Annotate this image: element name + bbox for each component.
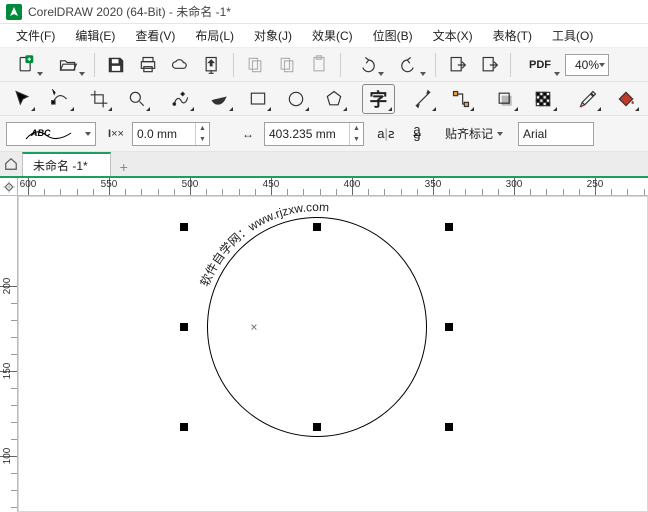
window-title: CorelDRAW 2020 (64-Bit) - 未命名 -1* [28, 3, 231, 20]
font-family-combo[interactable]: Arial [518, 122, 594, 146]
menu-表格[interactable]: 表格(T) [483, 24, 542, 47]
eyedropper-tool[interactable] [572, 84, 604, 114]
resize-handle-sw[interactable] [180, 423, 188, 431]
fill-tool[interactable] [610, 84, 642, 114]
menu-效果[interactable]: 效果(C) [302, 24, 363, 47]
artistic-media-tool[interactable] [203, 84, 235, 114]
polygon-tool[interactable] [318, 84, 350, 114]
resize-handle-ne[interactable] [445, 223, 453, 231]
work-area: 600550500450400350300250 200150100 软件自学网… [0, 178, 648, 512]
new-tab-button[interactable]: + [115, 158, 133, 176]
ellipse-object[interactable] [207, 217, 427, 437]
new-document-button[interactable] [6, 50, 46, 80]
paste-button[interactable] [304, 50, 334, 80]
cloud-button[interactable] [165, 50, 195, 80]
save-button[interactable] [101, 50, 131, 80]
resize-handle-nw[interactable] [180, 223, 188, 231]
text-tool[interactable]: 字 [362, 84, 394, 114]
resize-handle-s[interactable] [313, 423, 321, 431]
drawing-canvas[interactable]: 软件自学网：www.rjzxw.com × [18, 196, 648, 512]
redo-button[interactable] [389, 50, 429, 80]
menu-编辑[interactable]: 编辑(E) [65, 24, 125, 47]
open-button[interactable] [48, 50, 88, 80]
menu-文件[interactable]: 文件(F) [6, 24, 65, 47]
publish-button[interactable] [197, 50, 227, 80]
menu-工具[interactable]: 工具(O) [542, 24, 603, 47]
freehand-tool[interactable] [165, 84, 197, 114]
width-arrow-icon: ↔ [236, 122, 260, 146]
zoom-level-combo[interactable]: 40% [565, 54, 609, 76]
title-bar: CorelDRAW 2020 (64-Bit) - 未命名 -1* [0, 0, 648, 24]
copy-button[interactable] [272, 50, 302, 80]
object-center-icon: × [250, 320, 257, 334]
text-preset-combo[interactable]: ABC [6, 122, 96, 146]
vertical-ruler[interactable]: 200150100 [0, 196, 18, 512]
pick-tool[interactable] [6, 84, 38, 114]
menu-位图[interactable]: 位图(B) [363, 24, 423, 47]
snap-marks-button[interactable]: 贴齐标记 [438, 122, 510, 146]
cut-button[interactable] [240, 50, 270, 80]
toolbox: 字 [0, 82, 648, 116]
dimension-tool[interactable] [407, 84, 439, 114]
menu-查看[interactable]: 查看(V) [125, 24, 185, 47]
horizontal-ruler[interactable]: 600550500450400350300250 [18, 178, 648, 196]
connector-tool[interactable] [445, 84, 477, 114]
menu-bar: 文件(F)编辑(E)查看(V)布局(L)对象(J)效果(C)位图(B)文本(X)… [0, 24, 648, 48]
menu-文本[interactable]: 文本(X) [423, 24, 483, 47]
kerning-field[interactable]: 0.0 mm▲▼ [132, 122, 210, 146]
text-on-path[interactable]: 软件自学网：www.rjzxw.com [19, 197, 20, 198]
transparency-tool[interactable] [527, 84, 559, 114]
mirror-horiz-button[interactable]: a|ꙅ [372, 121, 400, 147]
app-logo-icon [6, 4, 22, 20]
ellipse-tool[interactable] [280, 84, 312, 114]
export-button[interactable] [474, 50, 504, 80]
document-tab[interactable]: 未命名 -1* [22, 152, 111, 176]
menu-对象[interactable]: 对象(J) [244, 24, 302, 47]
kerning-icon: I×× [104, 122, 128, 146]
resize-handle-se[interactable] [445, 423, 453, 431]
property-bar: ABC I×× 0.0 mm▲▼ ↔ 403.235 mm▲▼ a|ꙅ aa 贴… [0, 116, 648, 152]
document-tabs: 未命名 -1* + [0, 152, 648, 178]
crop-tool[interactable] [83, 84, 115, 114]
resize-handle-n[interactable] [313, 223, 321, 231]
document-tab-label: 未命名 -1* [33, 157, 88, 174]
resize-handle-e[interactable] [445, 323, 453, 331]
zoom-tool[interactable] [121, 84, 153, 114]
drop-shadow-tool[interactable] [489, 84, 521, 114]
ruler-origin-icon[interactable] [0, 178, 18, 196]
undo-button[interactable] [347, 50, 387, 80]
svg-text:ABC: ABC [30, 128, 51, 138]
publish-pdf-button[interactable]: PDF [517, 50, 563, 80]
shape-tool[interactable] [44, 84, 76, 114]
welcome-tab-icon[interactable] [0, 152, 22, 176]
rectangle-tool[interactable] [242, 84, 274, 114]
mirror-vert-button[interactable]: aa [404, 121, 430, 147]
menu-布局[interactable]: 布局(L) [185, 24, 244, 47]
print-button[interactable] [133, 50, 163, 80]
text-width-field[interactable]: 403.235 mm▲▼ [264, 122, 364, 146]
import-button[interactable] [442, 50, 472, 80]
standard-toolbar: PDF 40% [0, 48, 648, 82]
resize-handle-w[interactable] [180, 323, 188, 331]
